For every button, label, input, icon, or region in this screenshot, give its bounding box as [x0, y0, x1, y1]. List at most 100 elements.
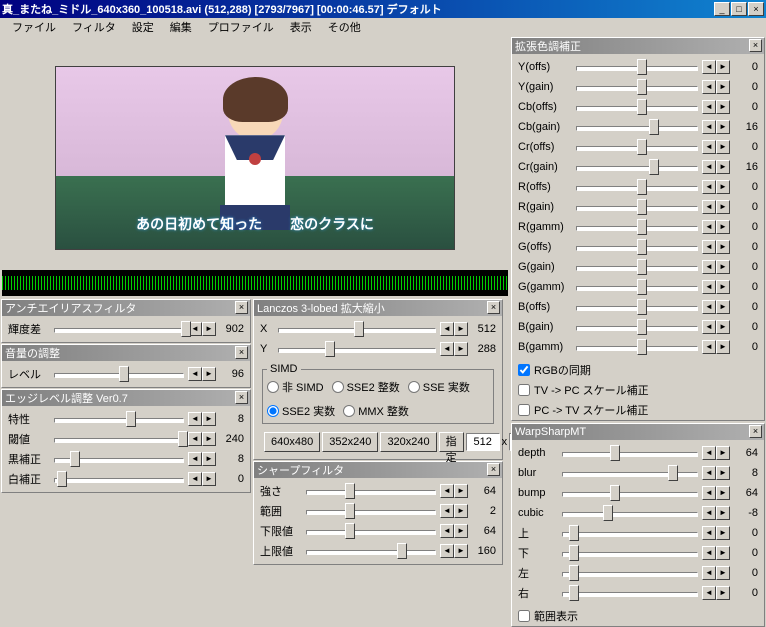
spin-left-icon[interactable]: ◄	[188, 432, 202, 446]
slider-track[interactable]	[562, 485, 698, 501]
slider-thumb[interactable]	[57, 471, 67, 487]
spin-right-icon[interactable]: ►	[716, 200, 730, 214]
checkbox-input[interactable]	[518, 384, 530, 396]
close-icon[interactable]: ×	[235, 301, 248, 314]
spin-right-icon[interactable]: ►	[716, 586, 730, 600]
spin-right-icon[interactable]: ►	[202, 367, 216, 381]
slider-thumb[interactable]	[569, 525, 579, 541]
size-640[interactable]: 640x480	[264, 432, 320, 452]
spin-right-icon[interactable]: ►	[716, 160, 730, 174]
spin-right-icon[interactable]: ►	[716, 506, 730, 520]
spin-left-icon[interactable]: ◄	[702, 180, 716, 194]
slider-track[interactable]	[54, 321, 184, 337]
slider-track[interactable]	[576, 259, 698, 275]
spin-right-icon[interactable]: ►	[716, 340, 730, 354]
waveform[interactable]	[2, 270, 508, 296]
spin-right-icon[interactable]: ►	[716, 260, 730, 274]
simd-option[interactable]: MMX 整数	[343, 403, 409, 419]
spin-left-icon[interactable]: ◄	[440, 484, 454, 498]
spin-right-icon[interactable]: ►	[716, 180, 730, 194]
slider-thumb[interactable]	[637, 219, 647, 235]
slider-thumb[interactable]	[637, 99, 647, 115]
slider-track[interactable]	[562, 545, 698, 561]
spin-right-icon[interactable]: ►	[202, 412, 216, 426]
slider-thumb[interactable]	[603, 505, 613, 521]
spin-right-icon[interactable]: ►	[716, 320, 730, 334]
slider-track[interactable]	[576, 299, 698, 315]
radio-input[interactable]	[408, 381, 420, 393]
slider-thumb[interactable]	[637, 239, 647, 255]
spin-right-icon[interactable]: ►	[716, 546, 730, 560]
radio-input[interactable]	[332, 381, 344, 393]
close-icon[interactable]: ×	[235, 346, 248, 359]
spin-right-icon[interactable]: ►	[202, 322, 216, 336]
spin-left-icon[interactable]: ◄	[702, 300, 716, 314]
spin-right-icon[interactable]: ►	[716, 466, 730, 480]
menu-filter[interactable]: フィルタ	[64, 17, 124, 37]
size-x-input[interactable]	[466, 433, 500, 451]
slider-track[interactable]	[576, 159, 698, 175]
simd-option[interactable]: SSE 実数	[408, 379, 470, 395]
slider-track[interactable]	[562, 505, 698, 521]
slider-thumb[interactable]	[637, 59, 647, 75]
slider-thumb[interactable]	[569, 545, 579, 561]
spin-left-icon[interactable]: ◄	[440, 322, 454, 336]
spin-left-icon[interactable]: ◄	[702, 566, 716, 580]
slider-thumb[interactable]	[569, 585, 579, 601]
spin-left-icon[interactable]: ◄	[188, 452, 202, 466]
slider-thumb[interactable]	[325, 341, 335, 357]
spin-left-icon[interactable]: ◄	[440, 544, 454, 558]
slider-thumb[interactable]	[70, 451, 80, 467]
slider-thumb[interactable]	[649, 159, 659, 175]
spin-left-icon[interactable]: ◄	[702, 446, 716, 460]
spin-right-icon[interactable]: ►	[454, 504, 468, 518]
slider-thumb[interactable]	[637, 299, 647, 315]
spin-right-icon[interactable]: ►	[716, 80, 730, 94]
slider-track[interactable]	[54, 411, 184, 427]
spin-right-icon[interactable]: ►	[716, 526, 730, 540]
menu-edit[interactable]: 編集	[162, 17, 200, 37]
slider-thumb[interactable]	[345, 523, 355, 539]
spin-right-icon[interactable]: ►	[716, 140, 730, 154]
spin-left-icon[interactable]: ◄	[702, 80, 716, 94]
slider-thumb[interactable]	[569, 565, 579, 581]
close-icon[interactable]: ×	[749, 39, 762, 52]
spin-left-icon[interactable]: ◄	[702, 340, 716, 354]
spin-right-icon[interactable]: ►	[716, 60, 730, 74]
slider-thumb[interactable]	[637, 279, 647, 295]
spin-left-icon[interactable]: ◄	[440, 342, 454, 356]
menu-profile[interactable]: プロファイル	[200, 17, 282, 37]
spin-left-icon[interactable]: ◄	[702, 100, 716, 114]
spin-right-icon[interactable]: ►	[454, 524, 468, 538]
slider-thumb[interactable]	[668, 465, 678, 481]
spin-left-icon[interactable]: ◄	[702, 546, 716, 560]
checkbox-input[interactable]	[518, 404, 530, 416]
spin-left-icon[interactable]: ◄	[702, 466, 716, 480]
slider-track[interactable]	[576, 319, 698, 335]
menu-file[interactable]: ファイル	[4, 17, 64, 37]
spin-left-icon[interactable]: ◄	[702, 140, 716, 154]
slider-track[interactable]	[306, 523, 436, 539]
slider-track[interactable]	[54, 451, 184, 467]
spin-left-icon[interactable]: ◄	[702, 220, 716, 234]
slider-track[interactable]	[278, 321, 436, 337]
slider-track[interactable]	[562, 585, 698, 601]
size-320[interactable]: 320x240	[380, 432, 436, 452]
spin-right-icon[interactable]: ►	[716, 446, 730, 460]
spin-right-icon[interactable]: ►	[716, 220, 730, 234]
slider-thumb[interactable]	[345, 503, 355, 519]
color-check-row[interactable]: RGBの同期	[512, 360, 764, 380]
slider-thumb[interactable]	[126, 411, 136, 427]
minimize-button[interactable]: _	[714, 2, 730, 16]
close-button[interactable]: ×	[748, 2, 764, 16]
slider-track[interactable]	[576, 199, 698, 215]
spin-left-icon[interactable]: ◄	[188, 367, 202, 381]
slider-track[interactable]	[54, 471, 184, 487]
spin-left-icon[interactable]: ◄	[702, 120, 716, 134]
slider-track[interactable]	[54, 366, 184, 382]
slider-thumb[interactable]	[637, 179, 647, 195]
spin-right-icon[interactable]: ►	[454, 342, 468, 356]
slider-thumb[interactable]	[610, 445, 620, 461]
spin-right-icon[interactable]: ►	[716, 240, 730, 254]
slider-track[interactable]	[306, 483, 436, 499]
